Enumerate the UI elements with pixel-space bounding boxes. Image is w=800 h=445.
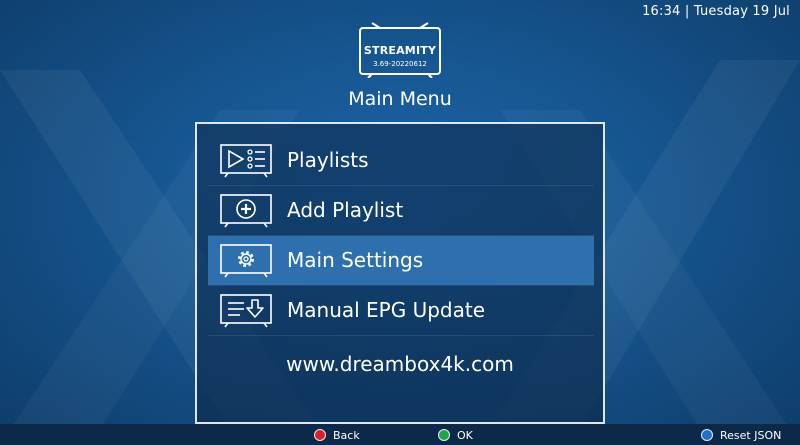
clock: 16:34 | Tuesday 19 Jul: [642, 4, 790, 19]
logo-version: 3.69-20220612: [373, 60, 427, 68]
clock-separator: |: [684, 4, 690, 19]
playlist-icon: [220, 144, 272, 178]
menu-item-add-playlist[interactable]: Add Playlist: [208, 186, 594, 235]
menu-item-label: Manual EPG Update: [287, 298, 486, 322]
ok-button[interactable]: OK: [438, 427, 473, 443]
back-button-label: Back: [333, 428, 360, 442]
reset-json-button[interactable]: Reset JSON: [701, 427, 781, 443]
ok-button-label: OK: [457, 428, 473, 442]
blue-button-icon: [701, 429, 713, 441]
menu-item-label: Main Settings: [287, 248, 424, 272]
logo-name: STREAMITY: [363, 44, 437, 57]
menu-item-label: Add Playlist: [287, 198, 404, 222]
menu-divider: [208, 335, 594, 336]
app-logo: STREAMITY 3.69-20220612: [358, 22, 442, 78]
gear-icon: [220, 244, 272, 278]
page-title: Main Menu: [348, 88, 452, 110]
menu-item-manual-epg-update[interactable]: Manual EPG Update: [208, 286, 594, 335]
main-menu: Playlists Add Playlist Main Settings Man…: [195, 122, 605, 424]
clock-date: Tuesday 19 Jul: [693, 4, 790, 19]
menu-item-playlists[interactable]: Playlists: [208, 136, 594, 185]
back-button[interactable]: Back: [314, 427, 360, 443]
reset-json-button-label: Reset JSON: [720, 428, 782, 442]
footer-button-bar: Back OK Reset JSON: [0, 424, 800, 445]
clock-time: 16:34: [642, 4, 681, 19]
download-list-icon: [220, 294, 272, 328]
red-button-icon: [314, 429, 326, 441]
menu-item-main-settings[interactable]: Main Settings: [208, 236, 594, 285]
website-url: www.dreambox4k.com: [286, 352, 514, 376]
add-circle-icon: [220, 194, 272, 228]
green-button-icon: [438, 429, 450, 441]
menu-item-label: Playlists: [287, 148, 369, 172]
